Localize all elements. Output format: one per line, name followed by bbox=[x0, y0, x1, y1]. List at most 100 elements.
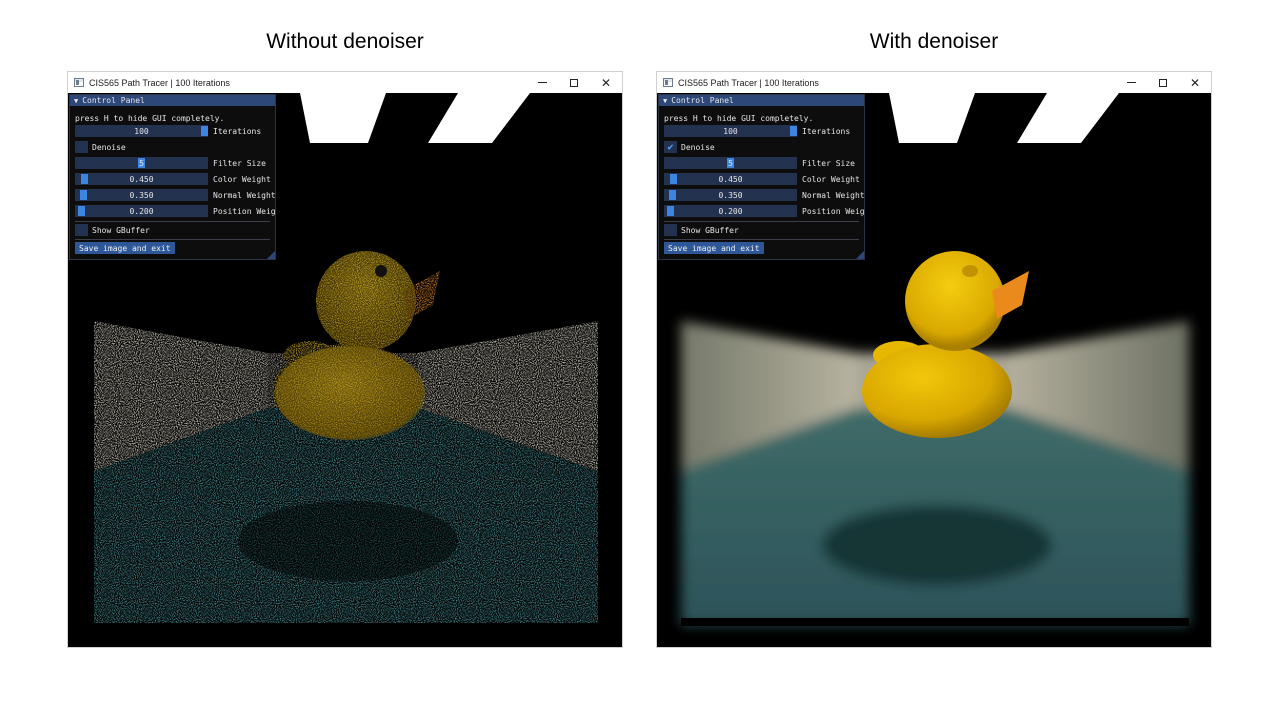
window-title-bar[interactable]: CIS565 Path Tracer | 100 Iterations ✕ bbox=[68, 72, 622, 93]
denoise-label: Denoise bbox=[92, 142, 126, 152]
position-weight-row: 0.200 Position Weig bbox=[664, 205, 864, 217]
collapse-arrow-icon[interactable]: ▼ bbox=[663, 97, 667, 105]
position-weight-slider[interactable]: 0.200 bbox=[664, 205, 797, 217]
maximize-button[interactable] bbox=[558, 72, 590, 93]
maximize-button[interactable] bbox=[1147, 72, 1179, 93]
close-icon: ✕ bbox=[1189, 75, 1201, 90]
close-button[interactable]: ✕ bbox=[590, 72, 622, 93]
save-row: Save image and exit bbox=[75, 242, 175, 254]
show-gbuffer-label: Show GBuffer bbox=[92, 225, 150, 235]
control-panel-header[interactable]: ▼ Control Panel bbox=[70, 95, 275, 106]
floor-bottom-edge bbox=[681, 618, 1189, 626]
slider-grab[interactable] bbox=[667, 206, 674, 216]
ceiling-light-left bbox=[889, 93, 975, 143]
hint-row: press H to hide GUI completely. bbox=[664, 112, 813, 124]
filter-size-slider[interactable]: 5 bbox=[75, 157, 208, 169]
hint-text: press H to hide GUI completely. bbox=[75, 113, 225, 123]
duck-body-shading bbox=[275, 346, 425, 440]
resize-grip-icon[interactable] bbox=[856, 251, 864, 259]
control-panel-header[interactable]: ▼ Control Panel bbox=[659, 95, 864, 106]
render-viewport[interactable]: ▼ Control Panel press H to hide GUI comp… bbox=[657, 93, 1211, 647]
window-title-bar[interactable]: CIS565 Path Tracer | 100 Iterations ✕ bbox=[657, 72, 1211, 93]
slider-label: Position Weig bbox=[802, 206, 864, 216]
color-weight-row: 0.450 Color Weight bbox=[75, 173, 275, 185]
maximize-icon bbox=[1159, 78, 1167, 87]
denoise-row: Denoise bbox=[75, 141, 126, 153]
separator bbox=[75, 221, 270, 222]
color-weight-slider[interactable]: 0.450 bbox=[664, 173, 797, 185]
slider-label: Normal Weight bbox=[213, 190, 275, 200]
show-gbuffer-row: Show GBuffer bbox=[75, 224, 150, 236]
slider-label: Filter Size bbox=[802, 158, 855, 168]
path-tracer-window-noisy[interactable]: CIS565 Path Tracer | 100 Iterations ✕ ▼ … bbox=[67, 71, 623, 648]
slider-value: 100 bbox=[134, 126, 149, 136]
collapse-arrow-icon[interactable]: ▼ bbox=[74, 97, 78, 105]
ceiling-light-right bbox=[1017, 93, 1119, 143]
normal-weight-slider[interactable]: 0.350 bbox=[664, 189, 797, 201]
iterations-slider[interactable]: 100 bbox=[75, 125, 208, 137]
filter-size-slider[interactable]: 5 bbox=[664, 157, 797, 169]
show-gbuffer-checkbox[interactable] bbox=[75, 224, 88, 236]
filter-size-row: 5 Filter Size bbox=[75, 157, 275, 169]
duck-head bbox=[905, 251, 1005, 351]
denoise-label: Denoise bbox=[681, 142, 715, 152]
slider-value: 100 bbox=[723, 126, 738, 136]
separator bbox=[664, 221, 859, 222]
slider-value: 5 bbox=[728, 158, 733, 168]
show-gbuffer-checkbox[interactable] bbox=[664, 224, 677, 236]
duck-eye bbox=[962, 265, 978, 277]
save-image-and-exit-button[interactable]: Save image and exit bbox=[664, 242, 764, 254]
slider-label: Normal Weight bbox=[802, 190, 864, 200]
slider-label: Color Weight bbox=[802, 174, 860, 184]
app-window-icon bbox=[74, 78, 84, 87]
iterations-row: 100 Iterations bbox=[664, 125, 864, 137]
position-weight-slider[interactable]: 0.200 bbox=[75, 205, 208, 217]
ceiling-light-left bbox=[300, 93, 386, 143]
close-button[interactable]: ✕ bbox=[1179, 72, 1211, 93]
duck-head-shading bbox=[316, 251, 416, 351]
slider-grab[interactable] bbox=[790, 126, 797, 136]
slider-grab[interactable] bbox=[80, 190, 87, 200]
render-viewport[interactable]: ▼ Control Panel press H to hide GUI comp… bbox=[68, 93, 622, 647]
duck-body bbox=[862, 344, 1012, 438]
slider-value: 0.450 bbox=[718, 174, 743, 184]
slider-value: 5 bbox=[139, 158, 144, 168]
control-panel-title: Control Panel bbox=[671, 96, 734, 105]
caption-without-denoiser: Without denoiser bbox=[266, 30, 424, 53]
duck-shadow bbox=[822, 505, 1052, 585]
minimize-button[interactable] bbox=[526, 72, 558, 93]
resize-grip-icon[interactable] bbox=[267, 251, 275, 259]
hint-row: press H to hide GUI completely. bbox=[75, 112, 224, 124]
denoise-checkbox[interactable] bbox=[75, 141, 88, 153]
slider-grab[interactable] bbox=[201, 126, 208, 136]
color-weight-slider[interactable]: 0.450 bbox=[75, 173, 208, 185]
control-panel[interactable]: ▼ Control Panel press H to hide GUI comp… bbox=[658, 94, 865, 260]
minimize-button[interactable] bbox=[1115, 72, 1147, 93]
control-panel[interactable]: ▼ Control Panel press H to hide GUI comp… bbox=[69, 94, 276, 260]
slider-value: 0.200 bbox=[129, 206, 154, 216]
slider-label: Iterations bbox=[802, 126, 851, 136]
denoise-checkbox[interactable]: ✔ bbox=[664, 141, 677, 153]
iterations-slider[interactable]: 100 bbox=[664, 125, 797, 137]
slider-label: Position Weig bbox=[213, 206, 275, 216]
slider-value: 0.350 bbox=[718, 190, 743, 200]
normal-weight-row: 0.350 Normal Weight bbox=[75, 189, 275, 201]
duck-eye bbox=[375, 265, 387, 277]
slider-grab[interactable] bbox=[670, 174, 677, 184]
slider-grab[interactable] bbox=[78, 206, 85, 216]
slider-grab[interactable] bbox=[669, 190, 676, 200]
hint-text: press H to hide GUI completely. bbox=[664, 113, 814, 123]
normal-weight-slider[interactable]: 0.350 bbox=[75, 189, 208, 201]
duck-shadow bbox=[238, 501, 458, 581]
filter-size-row: 5 Filter Size bbox=[664, 157, 864, 169]
separator bbox=[75, 239, 270, 240]
denoise-row: ✔ Denoise bbox=[664, 141, 715, 153]
slider-grab[interactable] bbox=[81, 174, 88, 184]
ceiling-light-right bbox=[428, 93, 530, 143]
path-tracer-window-denoised[interactable]: CIS565 Path Tracer | 100 Iterations ✕ ▼ … bbox=[656, 71, 1212, 648]
save-image-and-exit-button[interactable]: Save image and exit bbox=[75, 242, 175, 254]
separator bbox=[664, 239, 859, 240]
maximize-icon bbox=[570, 78, 578, 87]
position-weight-row: 0.200 Position Weig bbox=[75, 205, 275, 217]
slider-label: Iterations bbox=[213, 126, 262, 136]
